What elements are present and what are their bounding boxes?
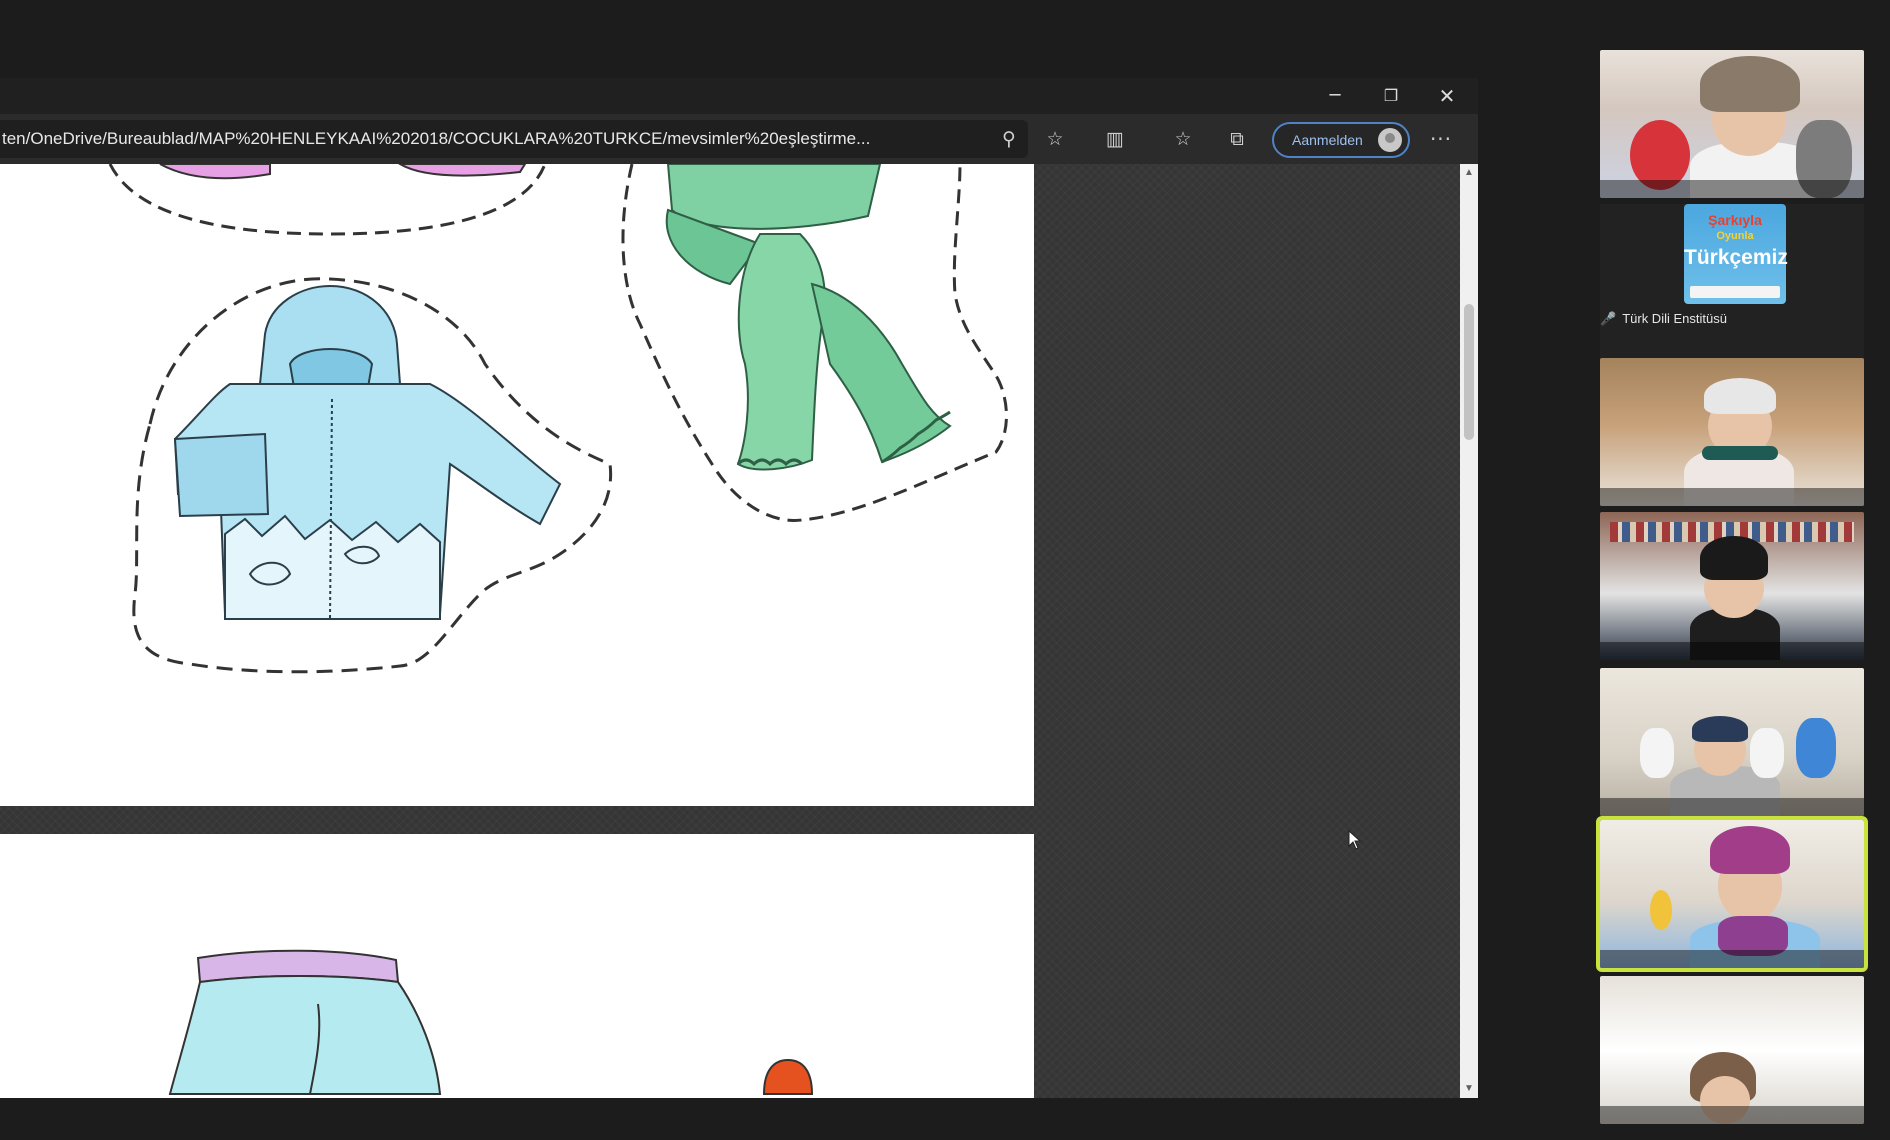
address-url[interactable]: ten/OneDrive/Bureaublad/MAP%20HENLEYKAAI… [0,120,972,158]
document-page [0,834,1034,1098]
favorite-add-icon[interactable]: ☆ [1040,124,1070,154]
name-bar [1600,1106,1864,1124]
participant-logo-tile[interactable]: Şarkıyla Oyunla Türkçemiz 🎤 Türk Dili Ens… [1600,204,1864,370]
browser-window: ─ ❐ ✕ ten/OneDrive/Bureaublad/MAP%20HENL… [0,78,1478,1098]
participant-video-tile[interactable] [1600,50,1864,198]
participant-gallery: Şarkıyla Oyunla Türkçemiz 🎤 Türk Dili Ens… [1596,48,1870,1128]
screen: ─ ❐ ✕ ten/OneDrive/Bureaublad/MAP%20HENL… [0,0,1890,1140]
boot-drawing [762,1058,814,1095]
immersive-reader-icon[interactable]: ▥ [1100,124,1130,154]
vertical-scrollbar[interactable]: ▲ ▼ [1460,164,1478,1098]
participant-video-tile[interactable] [1600,976,1864,1124]
mic-muted-icon: 🎤 [1600,312,1617,327]
scroll-up-icon[interactable]: ▲ [1460,164,1478,182]
scroll-thumb[interactable] [1464,304,1474,440]
signin-label: Aanmelden [1292,132,1363,148]
minimize-icon[interactable]: ─ [1312,82,1358,110]
participant-video [1600,820,1864,968]
signin-button[interactable]: Aanmelden [1272,122,1410,158]
document-page [0,164,1034,806]
page-2-illustrations [168,949,814,1095]
close-icon[interactable]: ✕ [1424,82,1470,110]
scarf-drawing [621,164,1008,522]
favorites-icon[interactable]: ☆ [1168,124,1198,154]
pants-drawing [168,949,442,1095]
document-viewport[interactable] [0,164,1460,1098]
restore-icon[interactable]: ❐ [1368,82,1414,110]
participant-video [1600,50,1864,198]
name-bar [1600,180,1864,198]
name-bar [1600,798,1864,816]
avatar-icon [1378,128,1402,152]
participant-video [1600,512,1864,660]
name-bar [1600,488,1864,506]
address-bar[interactable]: ten/OneDrive/Bureaublad/MAP%20HENLEYKAAI… [0,120,1028,158]
collections-icon[interactable]: ⧉ [1222,124,1252,154]
mouse-cursor-icon [1348,830,1362,850]
participant-video-tile[interactable] [1600,512,1864,660]
participant-video [1600,358,1864,506]
participant-video-tile[interactable] [1600,358,1864,506]
participant-video-tile[interactable] [1600,668,1864,816]
name-bar [1600,642,1864,660]
page-1-illustrations [108,164,1008,674]
logo-image: Şarkıyla Oyunla Türkçemiz [1684,204,1788,304]
hooded-jacket-drawing [132,277,613,674]
logo-strip [1690,286,1780,298]
scroll-down-icon[interactable]: ▼ [1460,1080,1478,1098]
zoom-icon[interactable]: ⚲ [994,124,1024,154]
participant-video-tile-active-speaker[interactable] [1596,816,1868,972]
participant-name: Türk Dili Enstitüsü [1622,311,1727,326]
participant-name-label: 🎤 Türk Dili Enstitüsü [1600,310,1727,328]
title-bar: ─ ❐ ✕ [0,78,1478,114]
participant-video [1600,668,1864,816]
browser-toolbar: ten/OneDrive/Bureaublad/MAP%20HENLEYKAAI… [0,114,1478,164]
participant-video [1600,976,1864,1124]
more-icon[interactable]: ··· [1426,124,1456,154]
cut-off-item-drawing [108,164,547,236]
name-bar [1600,950,1864,968]
